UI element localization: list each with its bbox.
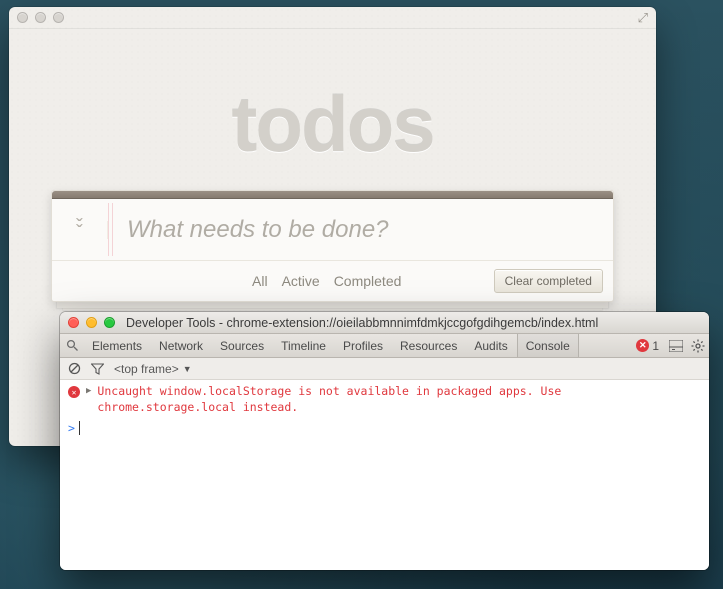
console-error-row[interactable]: ✕ ▶ Uncaught window.localStorage is not … bbox=[68, 384, 701, 415]
filter-completed[interactable]: Completed bbox=[334, 273, 402, 289]
tab-elements[interactable]: Elements bbox=[84, 334, 151, 357]
zoom-icon[interactable] bbox=[53, 12, 64, 23]
new-todo-input[interactable] bbox=[113, 199, 613, 260]
card-footer: All Active Completed Clear completed bbox=[52, 261, 613, 301]
error-count: 1 bbox=[652, 339, 659, 353]
console-prompt[interactable]: > bbox=[68, 421, 701, 435]
chevron-down-icon: ▼ bbox=[183, 364, 192, 374]
devtools-window: Developer Tools - chrome-extension://oie… bbox=[60, 312, 709, 570]
card-main: ˇ ˇ bbox=[52, 199, 613, 261]
minimize-icon[interactable] bbox=[86, 317, 97, 328]
app-title: todos bbox=[51, 79, 614, 170]
chevron-down-icon: ˇ bbox=[52, 227, 107, 239]
gear-icon[interactable] bbox=[687, 334, 709, 357]
devtools-titlebar: Developer Tools - chrome-extension://oie… bbox=[60, 312, 709, 334]
card-accent-bar bbox=[52, 191, 613, 199]
prompt-chevron-icon: > bbox=[68, 421, 75, 435]
devtools-title: Developer Tools - chrome-extension://oie… bbox=[126, 316, 598, 330]
todo-card: ˇ ˇ All Active Completed Clear completed bbox=[51, 190, 614, 302]
minimize-icon[interactable] bbox=[35, 12, 46, 23]
console-error-message: Uncaught window.localStorage is not avai… bbox=[97, 384, 701, 415]
app-body: todos ˇ ˇ All Active Completed Clear com… bbox=[9, 29, 656, 302]
close-icon[interactable] bbox=[17, 12, 28, 23]
frame-selector-label: <top frame> bbox=[114, 362, 179, 376]
tab-console[interactable]: Console bbox=[517, 334, 579, 357]
clear-console-icon[interactable] bbox=[68, 362, 81, 375]
search-icon[interactable] bbox=[60, 334, 84, 357]
window-controls bbox=[17, 12, 64, 23]
text-cursor bbox=[79, 421, 87, 435]
console-body[interactable]: ✕ ▶ Uncaught window.localStorage is not … bbox=[60, 380, 709, 570]
toggle-all-button[interactable]: ˇ ˇ bbox=[52, 221, 108, 239]
toggle-drawer-icon[interactable] bbox=[665, 334, 687, 357]
tab-profiles[interactable]: Profiles bbox=[335, 334, 392, 357]
console-toolbar: <top frame> ▼ bbox=[60, 358, 709, 380]
error-icon: ✕ bbox=[636, 339, 649, 352]
filter-icon[interactable] bbox=[91, 363, 104, 375]
devtools-tabbar: Elements Network Sources Timeline Profil… bbox=[60, 334, 709, 358]
zoom-icon[interactable] bbox=[104, 317, 115, 328]
filter-all[interactable]: All bbox=[252, 273, 268, 289]
close-icon[interactable] bbox=[68, 317, 79, 328]
frame-selector[interactable]: <top frame> ▼ bbox=[114, 362, 192, 376]
expand-triangle-icon[interactable]: ▶ bbox=[86, 386, 91, 396]
tab-audits[interactable]: Audits bbox=[466, 334, 516, 357]
error-icon: ✕ bbox=[68, 386, 80, 398]
tab-timeline[interactable]: Timeline bbox=[273, 334, 335, 357]
clear-completed-button[interactable]: Clear completed bbox=[494, 269, 603, 293]
tab-network[interactable]: Network bbox=[151, 334, 212, 357]
filter-active[interactable]: Active bbox=[282, 273, 320, 289]
app-titlebar: ⤢ bbox=[9, 7, 656, 29]
margin-rule bbox=[108, 203, 109, 256]
error-count-badge[interactable]: ✕ 1 bbox=[636, 334, 659, 357]
expand-icon[interactable]: ⤢ bbox=[638, 10, 648, 26]
tab-resources[interactable]: Resources bbox=[392, 334, 466, 357]
tab-sources[interactable]: Sources bbox=[212, 334, 273, 357]
filter-group: All Active Completed bbox=[252, 273, 401, 289]
